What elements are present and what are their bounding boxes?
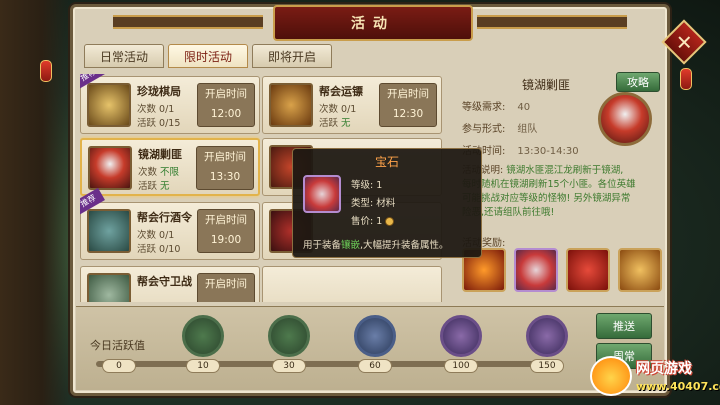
- activity-name: 帮会行酒令: [137, 211, 192, 224]
- activity-name: 帮会守卫战: [137, 275, 192, 288]
- activity-time: 开启时间 13:30: [196, 146, 254, 190]
- activity-name: 帮会运镖: [319, 85, 363, 98]
- activity-count: 次数 不限: [138, 167, 180, 178]
- panel-title: 活动: [273, 5, 473, 41]
- activity-time: 开启时间: [197, 273, 255, 302]
- activity-count: 次数 0/1: [319, 104, 357, 115]
- lantern-icon: [40, 60, 52, 82]
- mascot-logo-icon: [590, 356, 632, 396]
- activity-time: 开启时间 19:00: [197, 209, 255, 253]
- activity-card-hidden[interactable]: [262, 266, 442, 302]
- treasure-chest-icon[interactable]: [268, 315, 310, 357]
- tooltip-type: 类型: 材料: [351, 198, 396, 209]
- title-ornament: [113, 15, 263, 29]
- watermark-site: www.40407.com: [636, 380, 720, 393]
- reward-list: [462, 248, 662, 292]
- lantern-icon: [680, 68, 692, 90]
- left-decoration: [0, 0, 70, 405]
- milestone-value: 30: [272, 359, 306, 373]
- activity-progress-bar: 今日活跃值 0 10 30 60 100 150 推送 周常: [76, 306, 664, 390]
- tooltip-description: 用于装备镶嵌,大幅提升装备属性。: [303, 240, 449, 251]
- activity-active: 活跃 0/15: [137, 118, 181, 129]
- level-requirement: 等级需求: 40: [462, 102, 531, 113]
- detail-title: 镜湖剿匪: [522, 78, 571, 92]
- tooltip-level: 等级: 1: [351, 180, 383, 191]
- tab-bar: 日常活动 限时活动 即将开启: [84, 44, 332, 68]
- activity-active: 活跃 0/10: [137, 244, 181, 255]
- gold-ingot-icon[interactable]: [526, 315, 568, 357]
- tooltip-price: 售价: 1: [351, 213, 395, 227]
- milestone-value: 60: [358, 359, 392, 373]
- milestone-value: 0: [102, 359, 136, 373]
- activity-card-jinghu[interactable]: 镜湖剿匪 次数 不限 活跃 无 开启时间 13:30: [80, 138, 260, 196]
- activity-count: 次数 0/1: [137, 230, 175, 241]
- escort-cart-icon: [269, 83, 313, 127]
- panel-title-text: 活动: [351, 16, 395, 32]
- activity-list: 推荐 珍珑棋局 次数 0/1 活跃 0/15 开启时间 12:00 镜湖剿匪 次数…: [80, 74, 260, 302]
- coin-icon: [385, 217, 395, 226]
- scroll-icon[interactable]: [618, 248, 662, 292]
- activity-value-label: 今日活跃值: [90, 339, 145, 352]
- activity-name: 镜湖剿匪: [138, 148, 182, 161]
- close-icon: ✕: [675, 29, 693, 54]
- warrior-icon: [87, 209, 131, 253]
- bandit-portrait-icon: [598, 92, 652, 146]
- bandit-mask-icon: [88, 146, 132, 190]
- fortress-icon: [87, 273, 131, 302]
- guide-button[interactable]: 攻略: [616, 72, 660, 92]
- milestone-value: 100: [444, 359, 478, 373]
- milestone-value: 150: [530, 359, 564, 373]
- title-ornament: [477, 15, 627, 29]
- progress-track: [96, 361, 546, 367]
- chess-icon: [87, 83, 131, 127]
- gem-icon[interactable]: [514, 248, 558, 292]
- activity-count: 次数 0/1: [137, 104, 175, 115]
- tab-upcoming[interactable]: 即将开启: [252, 44, 332, 68]
- red-envelope-icon[interactable]: [566, 248, 610, 292]
- bag-chest-icon[interactable]: [182, 315, 224, 357]
- tooltip-title: 宝石: [374, 155, 399, 169]
- activity-card-zhenlong[interactable]: 推荐 珍珑棋局 次数 0/1 活跃 0/15 开启时间 12:00: [80, 74, 260, 134]
- item-tooltip: 宝石 等级: 1 类型: 材料 售价: 1 用于装备镶嵌,大幅提升装备属性。: [292, 148, 482, 258]
- watermark-brand: 网页游戏: [636, 361, 692, 377]
- gem-icon: [303, 175, 341, 213]
- site-watermark: 网页游戏 www.40407.com: [590, 352, 720, 402]
- activity-detail: 镜湖剿匪 攻略 等级需求: 40 参与形式: 组队 活动时间: 13:30-14:30…: [452, 70, 662, 305]
- activity-time: 开启时间 12:30: [379, 83, 437, 127]
- scroll-chest-icon[interactable]: [354, 315, 396, 357]
- tab-limited[interactable]: 限时活动: [168, 44, 248, 68]
- silver-ingot-icon[interactable]: [440, 315, 482, 357]
- activity-name: 珍珑棋局: [137, 85, 181, 98]
- activity-card-shouwei[interactable]: 帮会守卫战 开启时间: [80, 266, 260, 302]
- participation-mode: 参与形式: 组队: [462, 124, 538, 135]
- tab-daily[interactable]: 日常活动: [84, 44, 164, 68]
- activity-active: 活跃 无: [319, 118, 351, 129]
- push-button[interactable]: 推送: [596, 313, 652, 339]
- activity-active: 活跃 无: [138, 181, 170, 192]
- activity-description: 活动说明: 镜湖水匪混江龙刷新于镜湖, 每时随机在镜湖刷新15个小匪。各位英雄 …: [462, 165, 636, 218]
- activity-card-jiuling[interactable]: 推荐 帮会行酒令 次数 0/1 活跃 0/10 开启时间 19:00: [80, 187, 260, 260]
- activity-time: 开启时间 12:00: [197, 83, 255, 127]
- milestone-value: 10: [186, 359, 220, 373]
- activity-card-yunbiao[interactable]: 帮会运镖 次数 0/1 活跃 无 开启时间 12:30: [262, 76, 442, 134]
